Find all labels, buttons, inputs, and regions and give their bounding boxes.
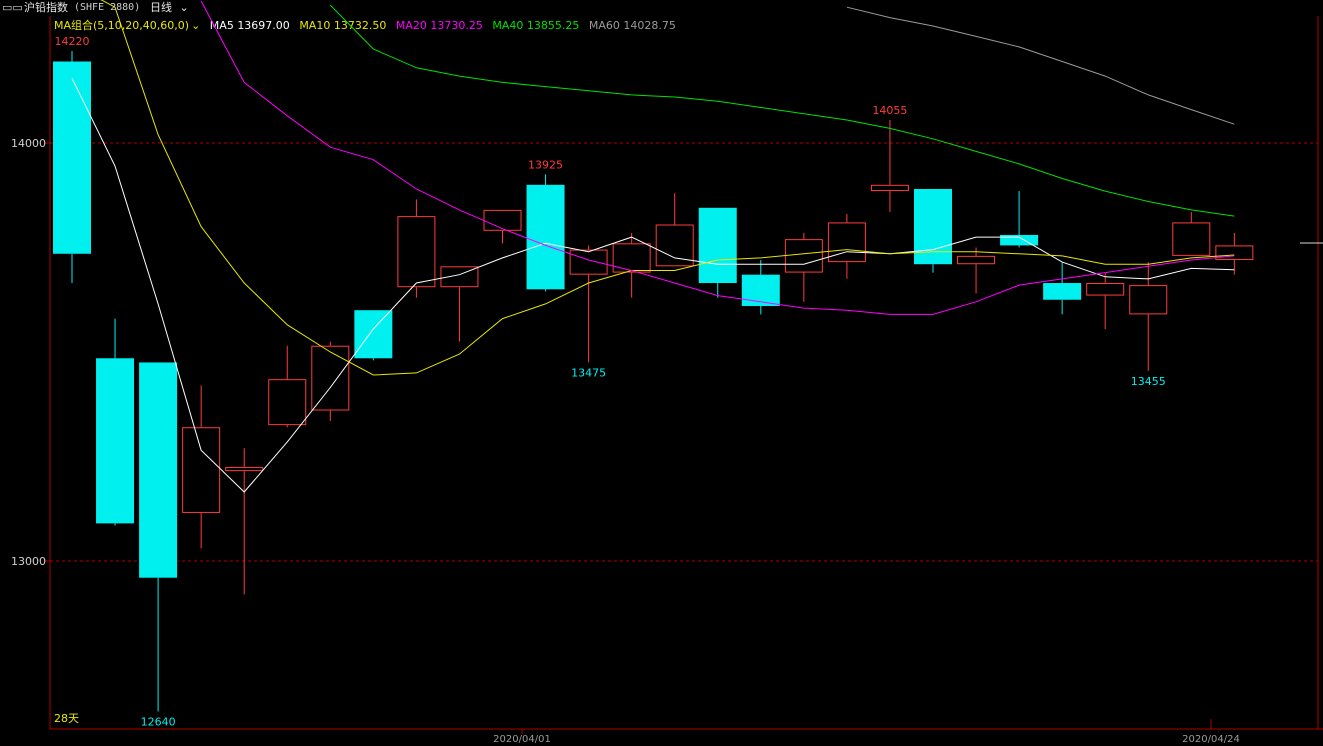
- candle: [311, 341, 350, 421]
- candlestick-chart[interactable]: 14000 13000 14220 12640 13925 13475 14055 1345…: [0, 0, 1323, 746]
- candle-body: [225, 466, 264, 472]
- candle-body: [698, 207, 737, 284]
- ma-lines: [71, 0, 1235, 493]
- grid-lines: [50, 142, 1318, 562]
- candle: [1000, 191, 1039, 248]
- candle: [870, 120, 909, 212]
- candle-body: [1086, 283, 1125, 296]
- candle-body: [526, 184, 565, 290]
- price-annotation: 12640: [141, 715, 176, 728]
- candle: [1043, 262, 1082, 315]
- candle-body: [268, 379, 307, 426]
- candle-body: [1043, 283, 1082, 300]
- candle-body: [483, 209, 522, 231]
- candle-body: [53, 61, 91, 254]
- x-date-label: 2020/04/01: [493, 734, 551, 745]
- candle: [225, 448, 264, 595]
- y-tick-label: 14000: [11, 137, 46, 150]
- candle: [96, 318, 135, 526]
- ma-line-ma40: [329, 4, 1235, 217]
- candle-body: [1000, 234, 1039, 246]
- candles: [53, 51, 1254, 712]
- price-annotation: 13925: [528, 158, 563, 171]
- candle: [784, 232, 823, 302]
- candle-body: [957, 255, 996, 265]
- candle: [1172, 211, 1211, 256]
- candle: [914, 188, 952, 273]
- candle: [741, 260, 780, 315]
- chart-frame: [49, 16, 1323, 730]
- y-tick-labels: 14000 13000: [11, 137, 50, 568]
- candle-body: [354, 310, 393, 359]
- candle-body: [914, 188, 952, 265]
- candle: [827, 214, 866, 279]
- candle-body: [784, 239, 823, 273]
- candle: [1215, 232, 1254, 275]
- candle-body: [139, 362, 178, 578]
- candle-body: [96, 358, 135, 524]
- candle: [53, 51, 91, 284]
- price-annotation: 13475: [571, 366, 606, 379]
- candle: [526, 174, 565, 292]
- candle: [182, 385, 221, 549]
- candle: [655, 193, 694, 267]
- ma-line-ma10: [100, 0, 1235, 376]
- candle-body: [870, 184, 909, 192]
- candle: [957, 247, 996, 294]
- candle: [612, 232, 651, 298]
- y-tick-label: 13000: [11, 555, 46, 568]
- candle: [268, 345, 307, 428]
- candle-body: [182, 427, 221, 513]
- price-annotations: 14220 12640 13925 13475 14055 13455: [55, 35, 1166, 728]
- candle-body: [569, 249, 608, 275]
- candle-body: [1172, 222, 1211, 256]
- price-annotation: 13455: [1131, 375, 1166, 388]
- candle-body: [1129, 285, 1168, 315]
- days-count-label: 28天: [54, 712, 79, 725]
- candle: [139, 362, 178, 712]
- candle-body: [397, 216, 436, 288]
- price-annotation: 14220: [55, 35, 90, 48]
- candle: [1086, 272, 1125, 330]
- price-annotation: 14055: [872, 104, 907, 117]
- candle-body: [311, 345, 350, 411]
- x-date-label: 2020/04/24: [1182, 734, 1240, 745]
- candle: [354, 310, 393, 361]
- candle: [483, 209, 522, 244]
- candle: [698, 207, 737, 298]
